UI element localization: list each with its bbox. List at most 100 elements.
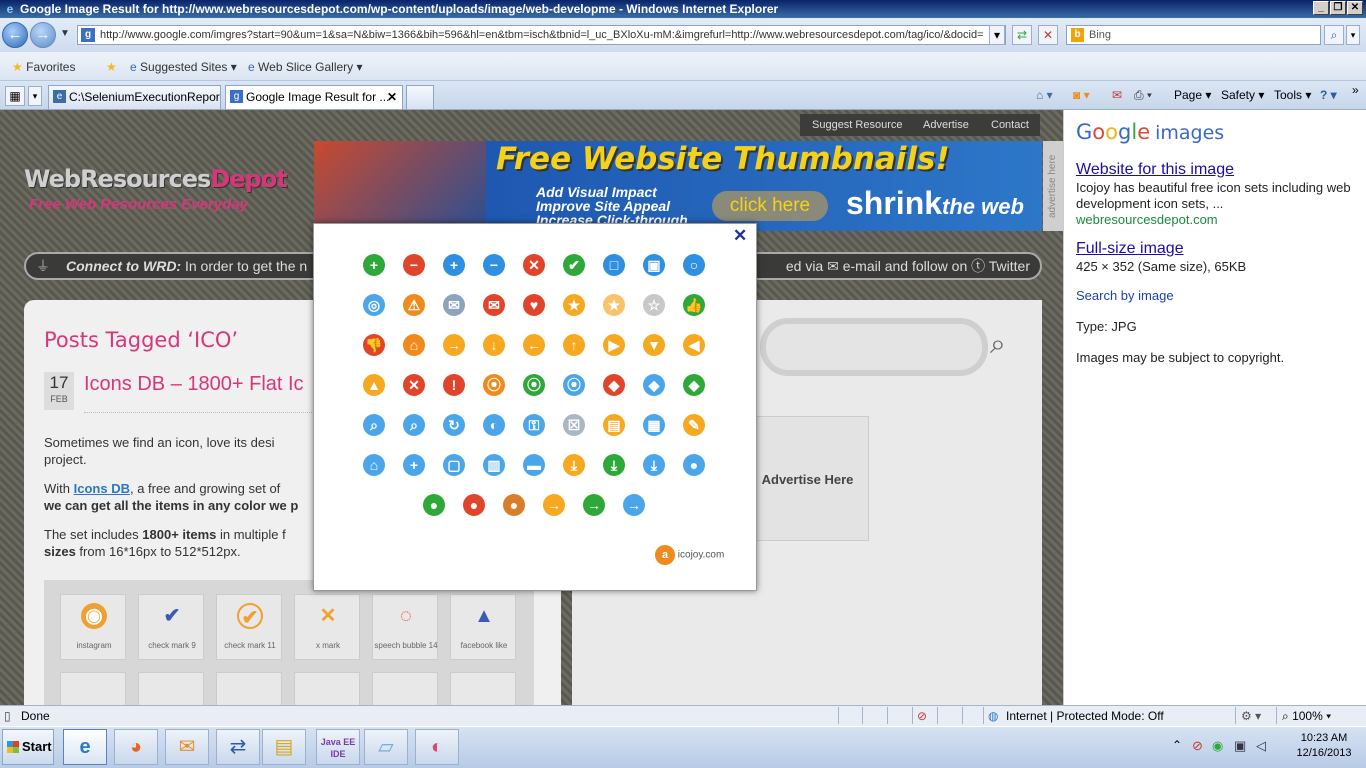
grid-cell-check-mark-11[interactable]: ✔ check mark 11 xyxy=(216,594,282,660)
star-full-icon: ★ xyxy=(563,294,585,316)
minimize-button[interactable]: _ xyxy=(1313,1,1329,15)
quick-tabs-button[interactable]: ▦ xyxy=(5,86,25,106)
para-line: project. xyxy=(44,452,87,467)
site-search-input[interactable] xyxy=(760,318,988,376)
communicator-icon: ⇄ xyxy=(229,736,247,758)
nav-contact[interactable]: Contact xyxy=(991,118,1029,132)
taskbar-java-ee-ide[interactable]: Java EE IDE xyxy=(316,729,360,765)
grid-cell-label: check mark 11 xyxy=(224,641,276,650)
minus-square-icon: − xyxy=(483,254,505,276)
refresh-button[interactable]: ⇄ xyxy=(1012,25,1032,45)
post-title-link[interactable]: Icons DB – 1800+ Flat Ic xyxy=(84,373,314,396)
search-by-image-link[interactable]: Search by image xyxy=(1076,288,1174,303)
grid-cell[interactable] xyxy=(372,672,438,705)
web-slice-gallery-link[interactable]: e Web Slice Gallery ▾ xyxy=(248,59,363,75)
tab-list-dropdown[interactable]: ▾ xyxy=(28,86,42,106)
para-line: we can get all the items in any color we… xyxy=(44,498,299,513)
grid-cell-facebook-like[interactable]: ▲ facebook like xyxy=(450,594,516,660)
search-placeholder: Bing xyxy=(1089,29,1112,41)
arrow-right-blue-icon: → xyxy=(623,494,645,516)
remove-icon: − xyxy=(403,254,425,276)
window-title-bar: e Google Image Result for http://www.web… xyxy=(0,0,1366,18)
banner-cta-button[interactable]: click here xyxy=(712,191,828,221)
check-circle-icon: ✔ xyxy=(563,254,585,276)
tray-update-icon[interactable]: ◉ xyxy=(1212,738,1223,754)
taskbar-internet-explorer[interactable]: e xyxy=(63,729,107,765)
back-button[interactable]: ← xyxy=(2,22,28,48)
address-bar[interactable]: g http://www.google.com/imgres?start=90&… xyxy=(77,25,1006,45)
tab-google-image-result[interactable]: g Google Image Result for ... ✕ xyxy=(225,85,403,109)
advertise-here-box[interactable]: Advertise Here xyxy=(746,416,869,541)
taskbar-clock[interactable]: 10:23 AM 12/16/2013 xyxy=(1283,731,1365,761)
feeds-icon[interactable]: ◙ ▾ xyxy=(1073,87,1090,103)
google-images-logo[interactable]: Google images xyxy=(1076,120,1224,144)
taskbar-communicator[interactable]: ⇄ xyxy=(216,729,260,765)
favorites-button[interactable]: ★ Favorites xyxy=(12,59,75,75)
home-icon[interactable]: ⌂ ▾ xyxy=(1036,87,1053,103)
taskbar-paint[interactable]: ◐ xyxy=(415,729,459,765)
search-options-dropdown[interactable]: ▾ xyxy=(1346,25,1360,45)
taskbar-outlook[interactable]: ✉ xyxy=(165,729,209,765)
grid-cell[interactable] xyxy=(60,672,126,705)
zoom-control[interactable]: ⌕ 100% ▾ xyxy=(1282,706,1331,726)
page-menu[interactable]: Page ▾ xyxy=(1174,87,1211,103)
restore-button[interactable]: ❐ xyxy=(1330,1,1346,15)
search-go-button[interactable]: ⌕ xyxy=(1324,25,1344,45)
calendar-icon: ▦ xyxy=(643,414,665,436)
safety-menu[interactable]: Safety ▾ xyxy=(1221,87,1264,103)
tools-menu[interactable]: Tools ▾ xyxy=(1274,87,1311,103)
grid-cell[interactable] xyxy=(450,672,516,705)
address-dropdown-button[interactable]: ▾ xyxy=(989,25,1005,45)
refresh-icon: ↻ xyxy=(443,414,465,436)
website-for-image-link[interactable]: Website for this image xyxy=(1076,161,1234,179)
help-icon[interactable]: ? ▾ xyxy=(1320,87,1337,103)
site-logo[interactable]: WebResourcesDepot Free Web Resources Eve… xyxy=(24,165,288,225)
advertise-here-vertical[interactable]: advertise here xyxy=(1043,141,1063,231)
new-tab-button[interactable] xyxy=(406,85,434,109)
show-hidden-icons-icon[interactable]: ⌃ xyxy=(1172,738,1182,752)
volume-icon[interactable]: ◁ xyxy=(1256,738,1266,754)
nav-advertise[interactable]: Advertise xyxy=(923,118,969,132)
grid-cell[interactable] xyxy=(294,672,360,705)
suggested-sites-link[interactable]: e Suggested Sites ▾ xyxy=(130,59,237,75)
add-favorites-icon[interactable]: ★ xyxy=(106,59,117,75)
grid-cell-instagram[interactable]: ◉ instagram xyxy=(60,594,126,660)
popup-close-button[interactable]: ✕ xyxy=(733,227,747,244)
tray-app-icon[interactable]: ⊘ xyxy=(1192,738,1203,754)
close-window-button[interactable]: ✕ xyxy=(1347,1,1363,15)
taskbar-notepad[interactable]: ▱ xyxy=(364,729,408,765)
connect-right-text[interactable]: ed via ✉ e-mail and follow on ⓣ Twitter xyxy=(786,254,1030,278)
rss-blue-icon: ⦿ xyxy=(563,374,585,396)
popup-blocked-icon: ⊘ xyxy=(917,709,928,723)
chevron-more-icon[interactable]: » xyxy=(1352,82,1359,98)
tab-close-icon[interactable]: ✕ xyxy=(387,86,397,108)
grid-cell[interactable] xyxy=(138,672,204,705)
site-search-icon[interactable]: ⌕ xyxy=(990,328,1024,362)
ad-banner[interactable]: Free Website Thumbnails! Add Visual Impa… xyxy=(314,141,1042,231)
home-icon: ⌂ xyxy=(403,334,425,356)
nav-suggest-resource[interactable]: Suggest Resource xyxy=(812,118,903,132)
taskbar-firefox[interactable]: ◕ xyxy=(114,729,158,765)
search-input[interactable]: b Bing xyxy=(1066,25,1321,45)
stop-square-icon: □ xyxy=(603,254,625,276)
stop-button[interactable]: ✕ xyxy=(1038,25,1058,45)
protected-mode-icon[interactable]: ⚙ ▾ xyxy=(1241,706,1261,726)
grid-cell[interactable] xyxy=(216,672,282,705)
full-size-image-link[interactable]: Full-size image xyxy=(1076,240,1184,258)
ring-icon: ○ xyxy=(683,254,705,276)
grid-cell-check-mark-9[interactable]: ✔ check mark 9 xyxy=(138,594,204,660)
start-button[interactable]: Start xyxy=(2,729,54,765)
ie-page-icon: e xyxy=(130,60,137,74)
network-icon[interactable]: ▣ xyxy=(1234,738,1246,754)
grid-cell-speech-bubble[interactable]: ◌ speech bubble 14 xyxy=(372,594,438,660)
icons-db-link[interactable]: Icons DB xyxy=(74,481,130,496)
taskbar-explorer[interactable]: ▤ xyxy=(262,729,306,765)
mail-red-icon: ✉ xyxy=(483,294,505,316)
grid-cell-x-mark[interactable]: ✕ x mark xyxy=(294,594,360,660)
tab-selenium-report[interactable]: e C:\SeleniumExecutionReport... xyxy=(48,85,221,109)
recent-pages-dropdown[interactable]: ▼ xyxy=(60,28,70,39)
para-text: The set includes xyxy=(44,527,143,542)
forward-button[interactable]: → xyxy=(30,22,56,48)
read-mail-icon[interactable]: ✉ xyxy=(1112,87,1122,103)
print-icon[interactable]: ⎙ ▾ xyxy=(1134,87,1152,103)
